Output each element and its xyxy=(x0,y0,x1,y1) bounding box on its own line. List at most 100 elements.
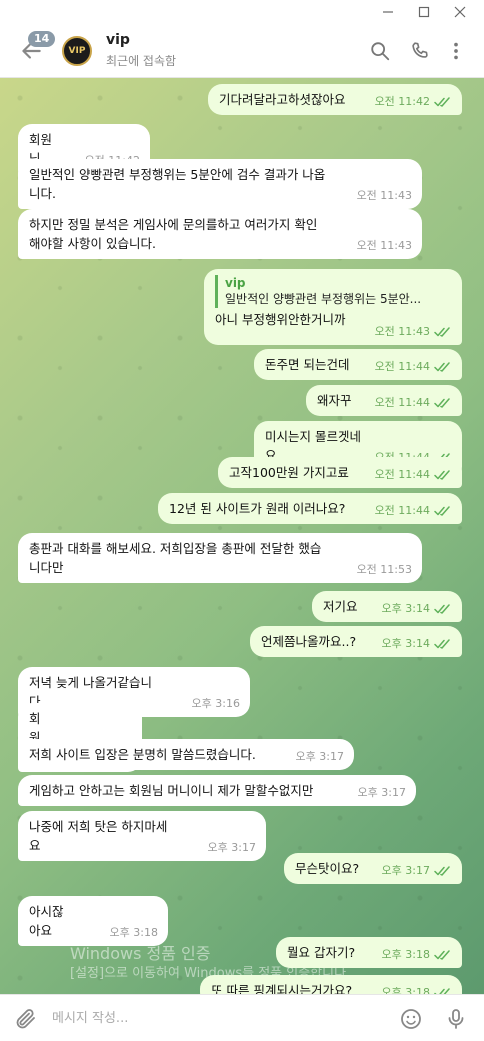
outgoing-message[interactable]: 고작100만원 가지고료 오전 11:44 xyxy=(218,457,462,488)
incoming-message[interactable]: 총판과 대화를 해보세요. 저희입장을 총판에 전달한 했습니다만 오전 11:5… xyxy=(18,533,422,583)
message-meta: 오전 11:44 xyxy=(375,357,452,376)
incoming-message[interactable]: 아시잖아요오후 3:18 xyxy=(18,896,168,946)
double-check-icon xyxy=(434,470,450,480)
search-button[interactable] xyxy=(369,40,391,62)
message-meta: 오후 3:17 xyxy=(296,747,344,766)
message-text: 아시잖아요 xyxy=(29,904,64,938)
message-meta: 오후 3:17 xyxy=(382,861,452,880)
message-time: 오전 11:43 xyxy=(356,239,412,252)
attach-icon xyxy=(16,1009,35,1029)
message-meta: 오후 3:18 xyxy=(382,945,452,964)
avatar[interactable]: VIP xyxy=(62,36,92,66)
incoming-message[interactable]: 하지만 정밀 분석은 게임사에 문의를하고 여러가지 확인해야할 사항이 있습니… xyxy=(18,209,422,259)
message-time: 오전 11:44 xyxy=(374,360,430,373)
message-meta: 오전 11:43 xyxy=(357,236,412,255)
message-composer xyxy=(0,994,484,1041)
message-meta: 오후 3:18 xyxy=(382,983,452,994)
message-time: 오후 3:17 xyxy=(207,841,256,854)
incoming-message[interactable]: 저희 사이트 입장은 분명히 말씀드렸습니다. 오후 3:17 xyxy=(18,739,354,770)
minimize-icon xyxy=(383,11,393,13)
message-text: 12년 된 사이트가 원래 이러나요? xyxy=(169,501,346,516)
emoji-icon xyxy=(401,1009,421,1029)
double-check-icon xyxy=(434,398,450,408)
message-text: 또 따른 핑계되시는거가요? xyxy=(211,983,353,994)
phone-icon xyxy=(412,42,428,58)
chat-history[interactable]: Windows 정품 인증 [설정]으로 이동하여 Windows를 정품 인증… xyxy=(0,78,484,994)
window-titlebar xyxy=(0,0,484,24)
double-check-icon xyxy=(434,866,450,876)
message-time: 오후 3:17 xyxy=(381,864,430,877)
message-text: 무슨탓이요? xyxy=(295,861,360,876)
double-check-icon xyxy=(434,950,450,960)
outgoing-message[interactable]: 왜자꾸 오전 11:44 xyxy=(306,385,462,416)
message-text: 저기요 xyxy=(323,599,358,614)
chat-status: 최근에 접속함 xyxy=(106,54,177,68)
message-meta: 오전 11:44 xyxy=(375,393,452,412)
reply-author: vip xyxy=(225,276,246,290)
message-input[interactable] xyxy=(52,1007,392,1029)
message-text: 기다려달라고하셧잖아요 xyxy=(219,92,346,107)
message-time: 오전 11:44 xyxy=(374,396,430,409)
outgoing-message[interactable]: 언제쯤나올까요..? 오후 3:14 xyxy=(250,626,462,657)
double-check-icon xyxy=(434,604,450,614)
attach-button[interactable] xyxy=(14,1007,38,1031)
message-time: 오전 11:44 xyxy=(374,468,430,481)
close-icon xyxy=(454,6,466,18)
double-check-icon xyxy=(434,97,450,107)
maximize-button[interactable] xyxy=(408,0,440,24)
reply-quote[interactable]: vip 일반적인 양빵관련 부정행위는 5분안... xyxy=(215,275,451,308)
message-time: 오후 3:18 xyxy=(381,986,430,994)
double-check-icon xyxy=(434,639,450,649)
message-text: 저희 사이트 입장은 분명히 말씀드렸습니다. xyxy=(29,747,256,762)
message-meta: 오전 11:53 xyxy=(357,560,412,579)
message-text: 게임하고 안하고는 회원님 머니이니 제가 말할수없지만 xyxy=(29,783,314,798)
unread-badge: 14 xyxy=(28,31,56,47)
message-text: 돈주면 되는건데 xyxy=(265,357,350,372)
message-time: 오후 3:16 xyxy=(191,697,240,710)
double-check-icon xyxy=(434,362,450,372)
incoming-message[interactable]: 게임하고 안하고는 회원님 머니이니 제가 말할수없지만 오후 3:17 xyxy=(18,775,416,806)
message-text: 일반적인 양빵관련 부정행위는 5분안에 검수 결과가 나옵니다. xyxy=(29,167,326,201)
message-text: 언제쯤나올까요..? xyxy=(261,634,357,649)
outgoing-message[interactable]: 12년 된 사이트가 원래 이러나요? 오전 11:44 xyxy=(158,493,462,524)
message-meta: 오후 3:17 xyxy=(358,783,406,802)
outgoing-message[interactable]: vip 일반적인 양빵관련 부정행위는 5분안... 아니 부정행위안한거니까 오전 … xyxy=(204,269,462,345)
message-text: 나중에 저희 탓은 하지마세요 xyxy=(29,819,168,853)
message-time: 오후 3:17 xyxy=(295,750,344,763)
message-text: 뭘요 갑자기? xyxy=(287,945,356,960)
message-meta: 오후 3:17 xyxy=(208,838,256,857)
message-time: 오후 3:18 xyxy=(109,926,158,939)
message-text: 하지만 정밀 분석은 게임사에 문의를하고 여러가지 확인해야할 사항이 있습니… xyxy=(29,217,318,251)
chat-title[interactable]: vip xyxy=(106,32,130,48)
incoming-message[interactable]: 일반적인 양빵관련 부정행위는 5분안에 검수 결과가 나옵니다. 오전 11:4… xyxy=(18,159,422,209)
mic-icon xyxy=(448,1009,464,1029)
reply-text: 일반적인 양빵관련 부정행위는 5분안... xyxy=(225,292,422,306)
message-meta: 오후 3:16 xyxy=(192,694,240,713)
message-time: 오후 3:18 xyxy=(381,948,430,961)
outgoing-message[interactable]: 뭘요 갑자기? 오후 3:18 xyxy=(276,937,462,968)
search-icon xyxy=(371,42,390,61)
message-text: 왜자꾸 xyxy=(317,393,352,408)
outgoing-message[interactable]: 또 따른 핑계되시는거가요? 오후 3:18 xyxy=(200,975,462,994)
more-button[interactable] xyxy=(445,40,467,62)
message-time: 오전 11:43 xyxy=(374,325,430,338)
outgoing-message[interactable]: 무슨탓이요? 오후 3:17 xyxy=(284,853,462,884)
call-button[interactable] xyxy=(409,40,431,62)
message-time: 오전 11:53 xyxy=(356,563,412,576)
more-vert-icon xyxy=(454,42,458,60)
outgoing-message[interactable]: 기다려달라고하셧잖아요 오전 11:42 xyxy=(208,84,462,115)
outgoing-message[interactable]: 돈주면 되는건데 오전 11:44 xyxy=(254,349,462,380)
message-meta: 오전 11:44 xyxy=(375,465,452,484)
outgoing-message[interactable]: 저기요 오후 3:14 xyxy=(312,591,462,622)
emoji-button[interactable] xyxy=(399,1007,423,1031)
message-meta: 오전 11:42 xyxy=(375,92,452,111)
message-time: 오전 11:42 xyxy=(374,95,430,108)
message-meta: 오전 11:43 xyxy=(357,186,412,205)
message-meta: 오후 3:18 xyxy=(110,923,158,942)
message-time: 오전 11:44 xyxy=(374,504,430,517)
minimize-button[interactable] xyxy=(372,0,404,24)
close-button[interactable] xyxy=(444,0,476,24)
incoming-message[interactable]: 나중에 저희 탓은 하지마세요오후 3:17 xyxy=(18,811,266,861)
voice-button[interactable] xyxy=(444,1007,468,1031)
chat-header: 14 VIP vip 최근에 접속함 xyxy=(0,24,484,78)
